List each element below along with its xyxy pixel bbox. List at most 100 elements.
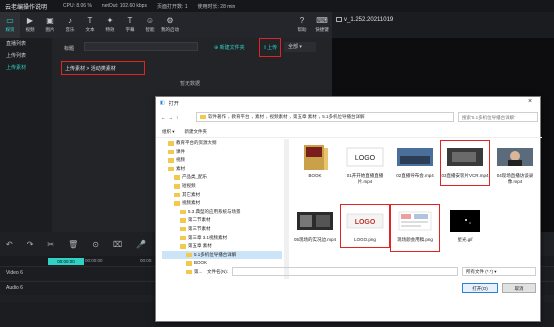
keyboard-icon: ⌨	[316, 16, 328, 25]
crop-icon[interactable]: ⌧	[113, 240, 122, 249]
undo-icon[interactable]: ↶	[6, 240, 13, 249]
highlight-box	[440, 140, 490, 186]
music-icon: ♪	[68, 16, 72, 25]
net-out: netOut: 102.60 kbps	[101, 3, 147, 9]
forward-icon[interactable]: →	[169, 115, 174, 120]
open-button[interactable]: 打开(O)	[462, 283, 498, 293]
video-thumbnail: LOGO	[346, 142, 384, 172]
highlight-box	[390, 204, 440, 252]
cancel-button[interactable]: 取消	[502, 283, 536, 293]
delete-icon[interactable]: 🗑	[68, 240, 78, 249]
breadcrumb[interactable]: 上传素材 > 活动类素材	[61, 61, 145, 75]
folder-icon	[180, 235, 186, 241]
tab-video[interactable]: ▶ 视频	[20, 12, 40, 38]
folder-icon	[200, 114, 206, 120]
tree-item[interactable]: 第三章 3.1视频素材	[162, 234, 282, 243]
address-bar[interactable]: 软件著作 › 教育平台 › 素材 › 视频素材 › 第五章 素材 › 5.1多机…	[196, 112, 454, 122]
tree-item[interactable]: 产品类_配乐	[162, 173, 282, 182]
tree-scrollbar[interactable]	[284, 139, 289, 279]
title-input[interactable]	[84, 42, 198, 51]
folder-icon	[180, 226, 186, 232]
tree-item[interactable]: 第三节素材	[162, 225, 282, 234]
file-item-video[interactable]: 05现场的实况边.mp4	[291, 206, 339, 243]
organize-menu[interactable]: 组织 ▾	[162, 129, 175, 135]
current-time: 00:00:00	[48, 258, 84, 265]
tree-item[interactable]: 第五章 素材	[162, 242, 282, 251]
tree-item[interactable]: 教育平台的资源大纲	[162, 139, 282, 148]
gif-thumbnail	[446, 206, 484, 236]
tab-subtitle[interactable]: T 字幕	[120, 12, 140, 38]
main-toolbar: ▭ 媒资 ▶ 视频 ▣ 图片 ♪ 音乐 T 文本 ✦ 特效 T 字幕 ☺ 智能 ⚙ 我的启动 ? 帮…	[0, 12, 332, 38]
text-icon: T	[87, 16, 93, 25]
file-item-gif[interactable]: 星光.gif	[441, 206, 489, 243]
redo-icon[interactable]: ↷	[27, 240, 34, 249]
folder-icon	[174, 184, 180, 189]
svg-text:LOGO: LOGO	[355, 155, 376, 162]
tab-text[interactable]: T 文本	[80, 12, 100, 38]
filter-select[interactable]: 全部 ▾	[284, 42, 316, 52]
tree-item[interactable]: 5.3 典型的应用系统与场景	[162, 208, 282, 217]
back-icon[interactable]: ←	[161, 115, 166, 120]
search-input[interactable]: 搜索'5.1多机位导播台详解'	[458, 112, 538, 122]
sidebar-item-upload-list[interactable]: 上传列表	[0, 50, 52, 62]
file-item-book[interactable]: BOOK	[291, 142, 339, 179]
folder-icon	[186, 261, 192, 266]
freeze-icon[interactable]: ⊙	[92, 240, 99, 249]
tab-ai[interactable]: ☺ 智能	[140, 12, 160, 38]
folder-icon	[186, 269, 192, 275]
pages-open: 页面打开数: 1	[156, 3, 188, 10]
sidebar-item-live-list[interactable]: 直播列表	[0, 38, 52, 50]
folder-icon	[174, 175, 180, 180]
tree-item[interactable]: 视频素材	[162, 199, 282, 208]
filetype-select[interactable]: 所有文件 (*.*) ▾	[462, 267, 536, 276]
media-icon: ▭	[6, 16, 14, 25]
new-folder-button[interactable]: ⊕ 新建文件夹	[214, 44, 245, 51]
command-bar: 组织 ▾ 新建文件夹	[156, 126, 542, 138]
app-icon: ◧	[160, 100, 165, 106]
tab-start[interactable]: ⚙ 我的启动	[160, 12, 180, 38]
tab-image[interactable]: ▣ 图片	[40, 12, 60, 38]
tree-item[interactable]: 素材	[162, 165, 282, 174]
file-grid: BOOK LOGO 01开开始直播直播片.mp4 02直播导布会.mp4 03直…	[291, 140, 539, 280]
effect-icon: ✦	[106, 16, 114, 25]
subtitle-icon: T	[127, 16, 133, 25]
ai-icon: ☺	[145, 16, 155, 25]
file-item-video[interactable]: LOGO 01开开始直播直播片.mp4	[341, 142, 389, 184]
filename-input[interactable]	[232, 267, 458, 276]
split-icon[interactable]: ✂	[47, 240, 54, 249]
sidebar-item-upload-material[interactable]: 上传素材	[0, 62, 52, 74]
tree-item[interactable]: 课件	[162, 148, 282, 157]
close-icon[interactable]: ×	[528, 98, 532, 105]
folder-icon	[168, 149, 174, 155]
folder-icon	[168, 158, 174, 163]
folder-icon	[186, 252, 192, 258]
upload-button[interactable]: ⇪ 上传	[259, 38, 281, 57]
tab-media[interactable]: ▭ 媒资	[0, 12, 20, 38]
tree-item-selected[interactable]: 5.1多机位导播台详解	[162, 250, 282, 260]
shortcut-button[interactable]: ⌨ 快捷键	[312, 12, 332, 38]
folder-icon	[296, 142, 334, 172]
help-button[interactable]: ? 帮助	[292, 12, 312, 38]
folder-tree: 教育平台的资源大纲 课件 视频 素材 产品类_配乐 短视频 其它素材 视频素材 …	[162, 139, 282, 279]
tab-music[interactable]: ♪ 音乐	[60, 12, 80, 38]
start-icon: ⚙	[166, 16, 174, 25]
tree-item[interactable]: 其它素材	[162, 191, 282, 200]
preview-header: v_1.252.20211019	[332, 12, 554, 38]
folder-icon	[180, 218, 186, 223]
new-folder-button[interactable]: 新建文件夹	[185, 129, 208, 135]
tree-item[interactable]: 视频	[162, 156, 282, 165]
help-icon: ?	[299, 16, 305, 25]
video-thumbnail	[496, 142, 534, 172]
video-thumbnail	[396, 142, 434, 172]
file-item-video[interactable]: 02直播导布会.mp4	[391, 142, 439, 179]
cpu-usage: CPU: 8.06 %	[63, 3, 92, 9]
highlight-box	[340, 204, 390, 248]
tree-item[interactable]: 短视频	[162, 182, 282, 191]
file-item-video[interactable]: 04现场直播访谈录像.mp4	[491, 142, 539, 184]
up-icon[interactable]: ↑	[176, 115, 178, 120]
tab-effect[interactable]: ✦ 特效	[100, 12, 120, 38]
tree-item[interactable]: 第二节素材	[162, 216, 282, 225]
ruler-mark: 00:00:	[140, 258, 153, 263]
total-time: 00:00:00	[85, 258, 103, 263]
voice-icon[interactable]: 🎤	[136, 240, 146, 249]
